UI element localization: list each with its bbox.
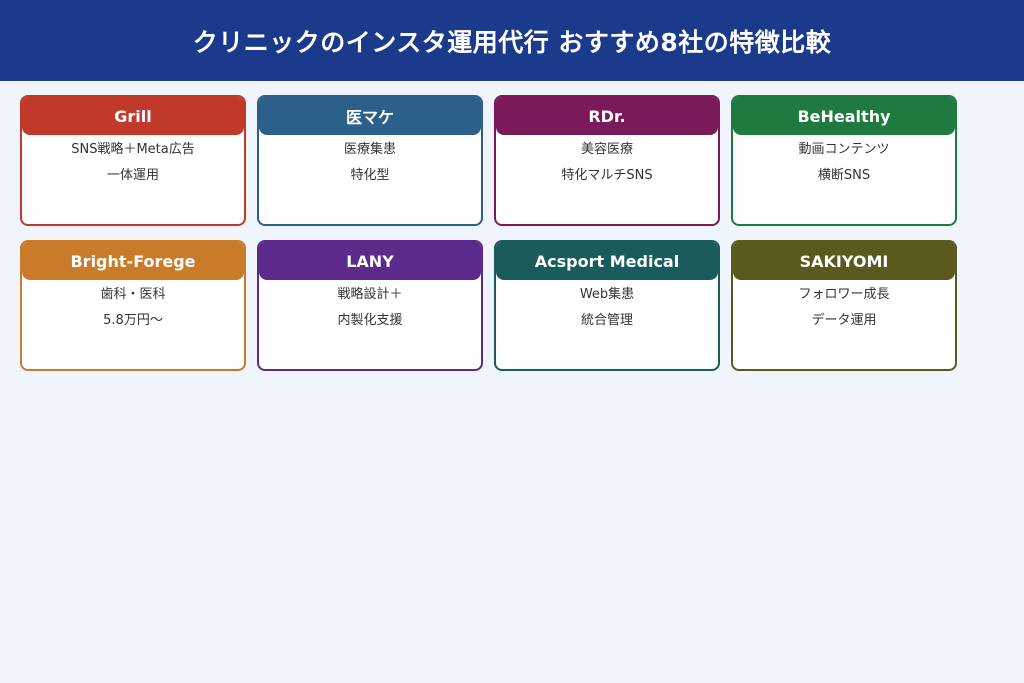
feature-line: フォロワー成長 bbox=[798, 287, 890, 302]
company-features: Web集患 統合管理 bbox=[496, 280, 718, 334]
company-name: Bright-Forege bbox=[22, 242, 244, 280]
company-grid: Grill SNS戦略＋Meta広告 一体運用 医マケ 医療集患 特化型 RDr… bbox=[20, 95, 957, 371]
page-title: クリニックのインスタ運用代行 おすすめ8社の特徴比較 bbox=[192, 27, 832, 57]
feature-line: データ運用 bbox=[811, 313, 877, 328]
feature-line: 一体運用 bbox=[106, 168, 159, 183]
company-card: LANY 戦略設計＋ 内製化支援 bbox=[257, 240, 483, 371]
company-card: SAKIYOMI フォロワー成長 データ運用 bbox=[731, 240, 957, 371]
company-features: フォロワー成長 データ運用 bbox=[733, 280, 955, 334]
company-name: SAKIYOMI bbox=[733, 242, 955, 280]
company-card: Acsport Medical Web集患 統合管理 bbox=[494, 240, 720, 371]
company-name: LANY bbox=[259, 242, 481, 280]
feature-line: 医療集患 bbox=[343, 142, 396, 157]
feature-line: 戦略設計＋ bbox=[337, 287, 403, 302]
feature-line: 特化型 bbox=[350, 168, 390, 183]
feature-line: 横断SNS bbox=[817, 168, 871, 183]
company-features: 美容医療 特化マルチSNS bbox=[496, 135, 718, 189]
company-name: Acsport Medical bbox=[496, 242, 718, 280]
feature-line: 歯科・医科 bbox=[100, 287, 166, 302]
feature-line: 動画コンテンツ bbox=[798, 142, 890, 157]
feature-line: 美容医療 bbox=[580, 142, 633, 157]
feature-line: 5.8万円〜 bbox=[103, 313, 163, 328]
feature-line: Web集患 bbox=[579, 287, 635, 302]
company-name: BeHealthy bbox=[733, 97, 955, 135]
company-name: 医マケ bbox=[259, 97, 481, 135]
company-features: 歯科・医科 5.8万円〜 bbox=[22, 280, 244, 334]
company-card: Grill SNS戦略＋Meta広告 一体運用 bbox=[20, 95, 246, 226]
company-card: Bright-Forege 歯科・医科 5.8万円〜 bbox=[20, 240, 246, 371]
company-features: SNS戦略＋Meta広告 一体運用 bbox=[22, 135, 244, 189]
company-card: 医マケ 医療集患 特化型 bbox=[257, 95, 483, 226]
company-card: RDr. 美容医療 特化マルチSNS bbox=[494, 95, 720, 226]
company-features: 動画コンテンツ 横断SNS bbox=[733, 135, 955, 189]
company-name: Grill bbox=[22, 97, 244, 135]
page-header: クリニックのインスタ運用代行 おすすめ8社の特徴比較 bbox=[0, 0, 1024, 81]
company-features: 戦略設計＋ 内製化支援 bbox=[259, 280, 481, 334]
feature-line: 統合管理 bbox=[580, 313, 633, 328]
company-card: BeHealthy 動画コンテンツ 横断SNS bbox=[731, 95, 957, 226]
company-name: RDr. bbox=[496, 97, 718, 135]
feature-line: SNS戦略＋Meta広告 bbox=[71, 142, 195, 157]
feature-line: 特化マルチSNS bbox=[561, 168, 653, 183]
company-features: 医療集患 特化型 bbox=[259, 135, 481, 189]
feature-line: 内製化支援 bbox=[337, 313, 403, 328]
